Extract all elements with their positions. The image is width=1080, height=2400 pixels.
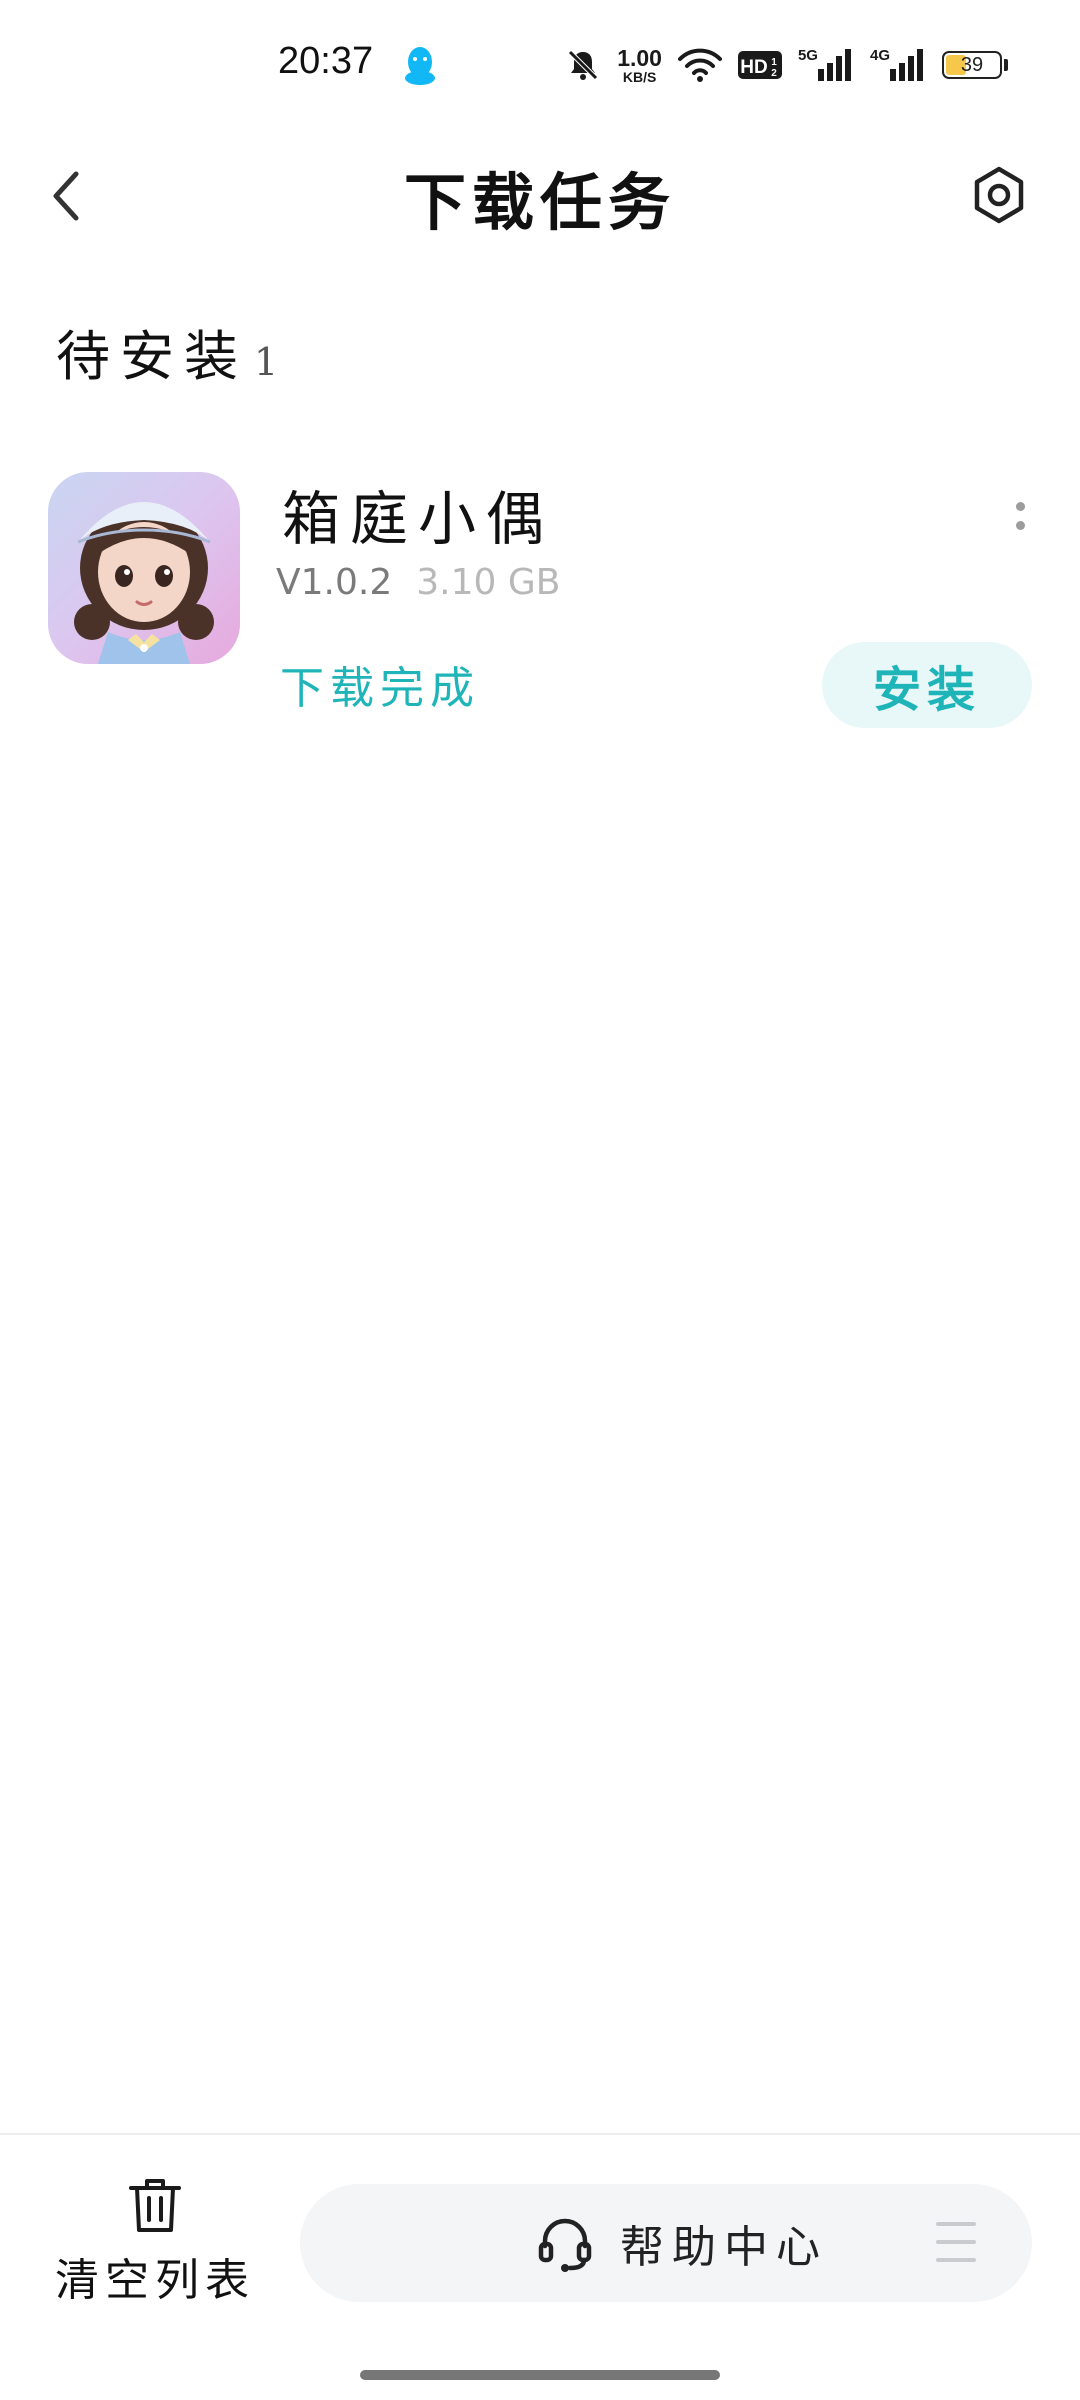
- battery: 39: [942, 51, 1002, 79]
- section-title: 待安装: [56, 325, 248, 388]
- help-center-label: 帮助中心: [620, 2222, 828, 2273]
- app-size: 3.10 GB: [416, 562, 561, 603]
- hd-badge-text: HD: [740, 57, 767, 78]
- help-bar: 帮助中心: [300, 2184, 1032, 2302]
- app-version: V1.0.2: [276, 562, 393, 603]
- network-speed: 1.00 KB/S: [617, 44, 662, 85]
- clear-list-label: 清空列表: [55, 2255, 255, 2306]
- trash-icon: [129, 2179, 181, 2232]
- menu-line-icon: [936, 2258, 976, 2262]
- qq-icon: [405, 47, 435, 85]
- signal-5g-icon: 5G: [798, 47, 854, 83]
- svg-text:1: 1: [771, 57, 777, 68]
- bottom-divider: [0, 2133, 1080, 2135]
- wifi-icon: [677, 48, 722, 82]
- section-header: 待安装 1: [56, 312, 278, 391]
- status-time: 20:37: [278, 40, 374, 82]
- battery-level: 39: [960, 53, 984, 76]
- more-dot-icon: [1015, 502, 1025, 511]
- app-icon: [48, 472, 240, 664]
- download-status: 下载完成: [280, 663, 480, 714]
- menu-line-icon: [936, 2240, 976, 2244]
- headset-icon: [538, 2218, 592, 2272]
- mute-bell-icon: [568, 50, 598, 80]
- app-meta: V1.0.2 3.10 GB: [276, 562, 560, 603]
- more-dot-icon: [1015, 521, 1025, 530]
- home-indicator[interactable]: [360, 2370, 720, 2380]
- battery-icon: 39: [942, 51, 1008, 79]
- net-speed-value: 1.00: [617, 44, 662, 71]
- svg-text:2: 2: [771, 68, 777, 79]
- menu-line-icon: [936, 2222, 976, 2226]
- settings-icon: [974, 166, 1024, 224]
- more-options-button[interactable]: [1004, 486, 1036, 546]
- net-speed-unit: KB/S: [622, 68, 657, 85]
- clear-list-button[interactable]: 清空列表: [40, 2176, 270, 2316]
- help-center-button[interactable]: 帮助中心: [536, 2184, 828, 2302]
- section-count: 1: [254, 340, 279, 384]
- install-button[interactable]: 安装: [822, 642, 1032, 728]
- settings-button[interactable]: [966, 162, 1032, 228]
- status-bar: 20:37 1.00 KB/S HD 1 2 5G 4G 39: [0, 0, 1080, 130]
- hd-icon: HD 1 2: [737, 51, 782, 79]
- battery-cap: [1004, 59, 1008, 71]
- page-title: 下载任务: [403, 166, 676, 239]
- status-icons: 1.00 KB/S HD 1 2 5G 4G 39: [565, 42, 1008, 88]
- menu-button[interactable]: [936, 2222, 976, 2262]
- signal-4g-icon: 4G: [870, 47, 926, 83]
- app-name: 箱庭小偶: [282, 485, 555, 553]
- download-item[interactable]: 箱庭小偶 V1.0.2 3.10 GB 下载完成 安装: [0, 460, 1080, 740]
